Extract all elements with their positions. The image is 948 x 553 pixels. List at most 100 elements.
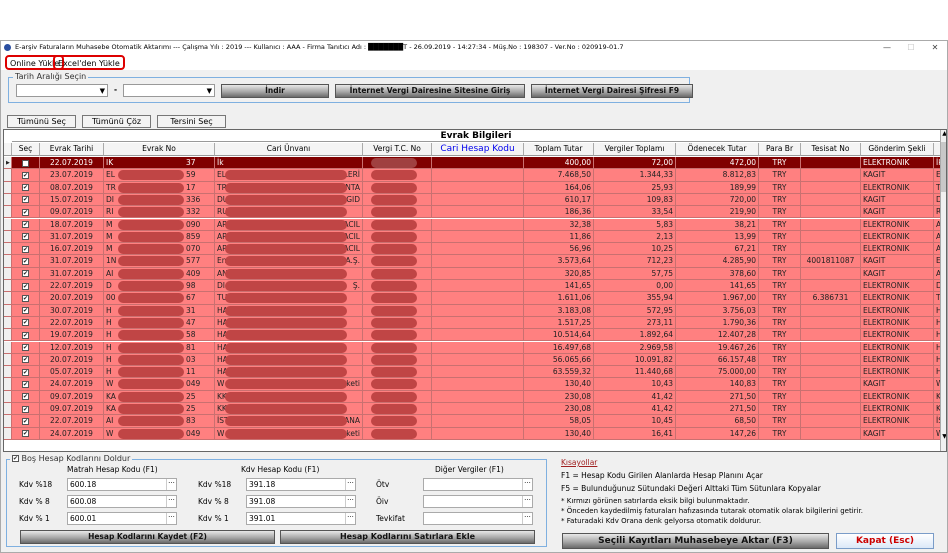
account-code-cell[interactable] [432, 316, 524, 330]
table-row[interactable]: ✔ 20.07.2019 00 67 TU 1.611,06 355,94 1.967,00 T… [4, 292, 942, 305]
row-checkbox[interactable]: ✔ [22, 393, 29, 401]
table-row[interactable]: ▶ ✔ 22.07.2019 IK 37 İk 400,00 72,00 472,00 TRY EL… [4, 157, 942, 170]
row-checkbox[interactable]: ✔ [22, 405, 29, 413]
table-row[interactable]: ✔ 30.07.2019 H 31 HA 3.183,08 572,95 3.756,03 TR… [4, 304, 942, 317]
row-checkbox[interactable]: ✔ [22, 319, 29, 327]
row-checkbox[interactable]: ✔ [22, 368, 29, 376]
select-cell[interactable]: ✔ [12, 427, 40, 440]
table-row[interactable]: ✔ 05.07.2019 H 11 HA 63.559,32 11.440,68 75.000… [4, 366, 942, 379]
column-header-evrak-no[interactable]: Evrak No [104, 143, 215, 156]
row-checkbox[interactable]: ✔ [22, 159, 29, 167]
table-row[interactable]: ✔ 22.07.2019 D 98 DI Ş. 141,65 0,00 141,65 TRY ELE… [4, 280, 942, 293]
select-cell[interactable]: ✔ [12, 341, 40, 354]
select-cell[interactable]: ✔ [12, 353, 40, 367]
column-header--denecek-tutar[interactable]: Ödenecek Tutar [676, 143, 759, 156]
table-row[interactable]: ✔ 24.07.2019 W 049 Wrketi 130,40 10,43 140,83 TR… [4, 378, 942, 391]
select-cell[interactable]: ✔ [12, 329, 40, 342]
column-header-toplam-tutar[interactable]: Toplam Tutar [524, 143, 594, 156]
select-cell[interactable]: ✔ [12, 316, 40, 330]
row-header[interactable] [4, 193, 12, 207]
select-cell[interactable]: ✔ [12, 206, 40, 219]
table-row[interactable]: ✔ 24.07.2019 W 049 Wrketi 130,40 16,41 147,26 TR… [4, 427, 942, 440]
scroll-up-icon[interactable]: ▲ [941, 130, 946, 138]
row-header[interactable] [4, 218, 12, 231]
browse-icon[interactable]: ··· [345, 513, 355, 524]
row-header[interactable] [4, 366, 12, 379]
column-header-g-nderim-ekli[interactable]: Gönderim Şekli [861, 143, 934, 156]
menu-excel-yukle[interactable]: Excel'den Yükle [53, 55, 125, 70]
transfer-to-accounting-button[interactable]: Seçili Kayıtları Muhasebeye Aktar (F3) [562, 533, 829, 549]
account-code-cell[interactable] [432, 230, 524, 244]
documents-grid[interactable]: Evrak Bilgileri Seç Evrak Tarihi Evrak No C… [3, 129, 947, 452]
select-all-button[interactable]: Tümünü Seç [7, 115, 76, 128]
table-row[interactable]: ✔ 09.07.2019 KA 25 KK 230,08 41,42 271,50 TRY ELE… [4, 390, 942, 403]
select-cell[interactable]: ✔ [12, 304, 40, 317]
account-code-cell[interactable] [432, 304, 524, 317]
row-header[interactable] [4, 292, 12, 305]
browse-icon[interactable]: ··· [166, 496, 176, 507]
select-cell[interactable]: ✔ [12, 169, 40, 182]
row-header[interactable] [4, 353, 12, 367]
account-code-cell[interactable] [432, 267, 524, 280]
select-cell[interactable]: ✔ [12, 378, 40, 391]
fill-empty-checkbox[interactable]: ✔ [12, 455, 19, 462]
column-header-cari-nvan-[interactable]: Cari Ünvanı [215, 143, 363, 156]
account-code-cell[interactable] [432, 403, 524, 416]
other-code-input[interactable]: ··· [423, 512, 533, 525]
end-date-combo[interactable]: ▼ [123, 84, 215, 97]
column-header-vergiler-toplam-[interactable]: Vergiler Toplamı [594, 143, 676, 156]
select-cell[interactable]: ✔ [12, 292, 40, 305]
table-row[interactable]: ✔ 20.07.2019 H 03 HA 56.065,66 10.091,82 66.157… [4, 353, 942, 367]
select-cell[interactable]: ✔ [12, 230, 40, 244]
other-code-input[interactable]: ··· [423, 478, 533, 491]
browse-icon[interactable]: ··· [345, 479, 355, 490]
column-header-se-[interactable]: Seç [12, 143, 40, 156]
tax-office-login-button[interactable]: İnternet Vergi Dairesine Sitesine Giriş [335, 84, 525, 98]
tax-office-password-button[interactable]: İnternet Vergi Dairesi Şifresi F9 [531, 84, 693, 98]
row-header[interactable] [4, 230, 12, 244]
account-code-cell[interactable] [432, 169, 524, 182]
table-row[interactable]: ✔ 22.07.2019 H 47 HA 1.517,25 273,11 1.790,36 TR… [4, 316, 942, 330]
table-row[interactable]: ✔ 09.07.2019 KA 25 KK 230,08 41,42 271,50 TRY ELE… [4, 403, 942, 416]
table-row[interactable]: ✔ 09.07.2019 RI 332 RU 186,36 33,54 219,90 TRY KA… [4, 206, 942, 219]
select-cell[interactable]: ✔ [12, 267, 40, 280]
row-checkbox[interactable]: ✔ [22, 233, 29, 241]
row-checkbox[interactable]: ✔ [22, 430, 29, 438]
table-row[interactable]: ✔ 31.07.2019 M 859 AR MACIL 11,86 2,13 13,99 TRY E… [4, 230, 942, 244]
minimize-button[interactable]: — [877, 41, 897, 54]
row-header[interactable] [4, 206, 12, 219]
invert-selection-button[interactable]: Tersini Seç [157, 115, 226, 128]
row-header[interactable] [4, 378, 12, 391]
apply-codes-button[interactable]: Hesap Kodlarını Satırlara Ekle [280, 530, 535, 544]
select-cell[interactable]: ✔ [12, 255, 40, 268]
table-row[interactable]: ✔ 16.07.2019 M 070 AR MACIL 56,96 10,25 67,21 TRY… [4, 243, 942, 256]
row-checkbox[interactable]: ✔ [22, 196, 29, 204]
column-header-vergi-t-c-no[interactable]: Vergi T.C. No [363, 143, 432, 156]
account-code-cell[interactable] [432, 329, 524, 342]
row-checkbox[interactable]: ✔ [22, 331, 29, 339]
select-cell[interactable]: ✔ [12, 390, 40, 403]
account-code-cell[interactable] [432, 218, 524, 231]
column-header-para-br[interactable]: Para Br [759, 143, 801, 156]
row-checkbox[interactable]: ✔ [22, 417, 29, 425]
row-checkbox[interactable]: ✔ [22, 184, 29, 192]
row-header[interactable] [4, 304, 12, 317]
row-header[interactable] [4, 280, 12, 293]
row-header[interactable] [4, 427, 12, 440]
account-code-cell[interactable] [432, 378, 524, 391]
scroll-down-icon[interactable]: ▼ [941, 433, 946, 441]
download-button[interactable]: İndir [221, 84, 329, 98]
account-code-cell[interactable] [432, 415, 524, 428]
account-code-cell[interactable] [432, 292, 524, 305]
column-header-cari-hesap-kodu[interactable]: Cari Hesap Kodu [432, 143, 524, 156]
deselect-all-button[interactable]: Tümünü Çöz [82, 115, 151, 128]
row-header[interactable]: ▶ [4, 157, 12, 170]
browse-icon[interactable]: ··· [522, 479, 532, 490]
browse-icon[interactable]: ··· [522, 513, 532, 524]
account-code-cell[interactable] [432, 193, 524, 207]
table-row[interactable]: ✔ 19.07.2019 H 58 HA 10.514,64 1.892,64 12.407,… [4, 329, 942, 342]
row-header[interactable] [4, 181, 12, 194]
select-cell[interactable]: ✔ [12, 280, 40, 293]
row-header[interactable] [4, 267, 12, 280]
browse-icon[interactable]: ··· [166, 513, 176, 524]
